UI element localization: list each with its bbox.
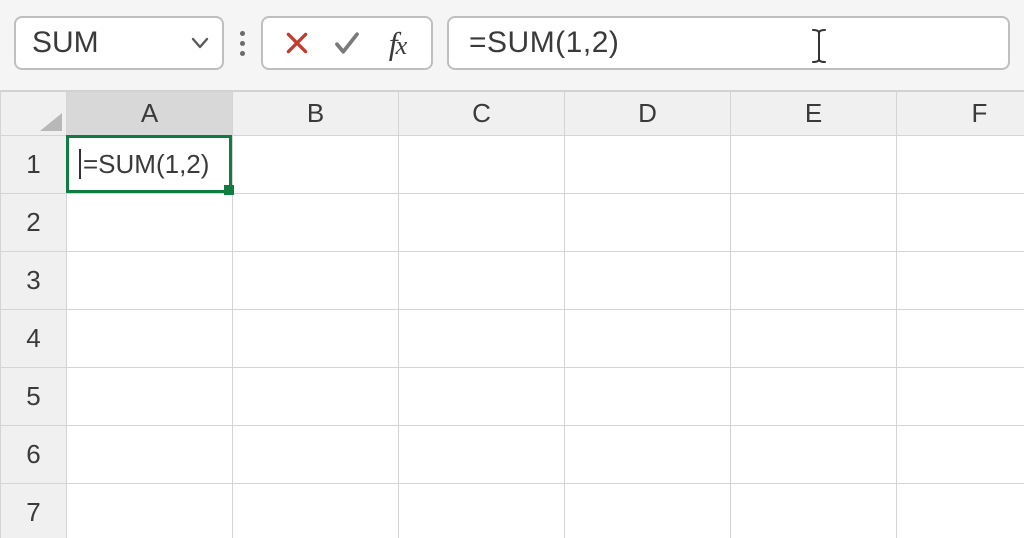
row-header-4[interactable]: 4 [1, 310, 67, 368]
fx-icon: fx [389, 25, 405, 62]
cell-E2[interactable] [731, 194, 897, 252]
cell-A4[interactable] [67, 310, 233, 368]
cell-B3[interactable] [233, 252, 399, 310]
cell-A6[interactable] [67, 426, 233, 484]
cell-F4[interactable] [897, 310, 1024, 368]
cell-C2[interactable] [399, 194, 565, 252]
cell-D4[interactable] [565, 310, 731, 368]
column-header-D[interactable]: D [565, 92, 731, 136]
name-box[interactable]: SUM [14, 16, 224, 70]
name-box-value: SUM [32, 26, 99, 60]
cell-B6[interactable] [233, 426, 399, 484]
cell-D7[interactable] [565, 484, 731, 538]
cell-C5[interactable] [399, 368, 565, 426]
cell-C3[interactable] [399, 252, 565, 310]
cell-C7[interactable] [399, 484, 565, 538]
column-header-B[interactable]: B [233, 92, 399, 136]
grid-table: A B C D E F 1 =SUM(1,2) 2 [0, 91, 1024, 538]
row-header-1[interactable]: 1 [1, 136, 67, 194]
column-header-F[interactable]: F [897, 92, 1024, 136]
column-header-E[interactable]: E [731, 92, 897, 136]
cell-E1[interactable] [731, 136, 897, 194]
confirm-icon[interactable] [331, 27, 363, 59]
cell-F7[interactable] [897, 484, 1024, 538]
cell-E4[interactable] [731, 310, 897, 368]
cell-C4[interactable] [399, 310, 565, 368]
row-header-3[interactable]: 3 [1, 252, 67, 310]
cell-B5[interactable] [233, 368, 399, 426]
column-header-A[interactable]: A [67, 92, 233, 136]
cell-D3[interactable] [565, 252, 731, 310]
cell-B7[interactable] [233, 484, 399, 538]
cell-F1[interactable] [897, 136, 1024, 194]
select-all-corner[interactable] [1, 92, 67, 136]
chevron-down-icon[interactable] [190, 33, 210, 53]
row-header-7[interactable]: 7 [1, 484, 67, 538]
column-header-C[interactable]: C [399, 92, 565, 136]
cell-B1[interactable] [233, 136, 399, 194]
edit-caret-icon [79, 149, 81, 179]
cell-F3[interactable] [897, 252, 1024, 310]
row-header-2[interactable]: 2 [1, 194, 67, 252]
cell-B4[interactable] [233, 310, 399, 368]
cell-D1[interactable] [565, 136, 731, 194]
row-header-5[interactable]: 5 [1, 368, 67, 426]
cell-A2[interactable] [67, 194, 233, 252]
cell-D5[interactable] [565, 368, 731, 426]
cancel-icon[interactable] [281, 27, 313, 59]
cell-D6[interactable] [565, 426, 731, 484]
cell-A7[interactable] [67, 484, 233, 538]
cell-F6[interactable] [897, 426, 1024, 484]
cell-F5[interactable] [897, 368, 1024, 426]
formula-bar-row: SUM fx =SUM(1,2) [0, 0, 1024, 90]
separator-dots-icon [238, 31, 247, 56]
cell-E7[interactable] [731, 484, 897, 538]
text-cursor-icon [810, 28, 828, 64]
formula-input[interactable]: =SUM(1,2) [447, 16, 1010, 70]
row-header-6[interactable]: 6 [1, 426, 67, 484]
cell-A1[interactable]: =SUM(1,2) [67, 136, 233, 194]
cell-A1-value: =SUM(1,2) [83, 149, 209, 179]
cell-E3[interactable] [731, 252, 897, 310]
cell-C6[interactable] [399, 426, 565, 484]
cell-E5[interactable] [731, 368, 897, 426]
insert-function-button[interactable]: fx [381, 27, 413, 59]
cell-A5[interactable] [67, 368, 233, 426]
cell-F2[interactable] [897, 194, 1024, 252]
cell-E6[interactable] [731, 426, 897, 484]
formula-controls-group: fx [261, 16, 433, 70]
cell-D2[interactable] [565, 194, 731, 252]
cell-B2[interactable] [233, 194, 399, 252]
cell-C1[interactable] [399, 136, 565, 194]
spreadsheet-grid[interactable]: A B C D E F 1 =SUM(1,2) 2 [0, 90, 1024, 538]
formula-input-value: =SUM(1,2) [469, 26, 619, 60]
cell-A3[interactable] [67, 252, 233, 310]
